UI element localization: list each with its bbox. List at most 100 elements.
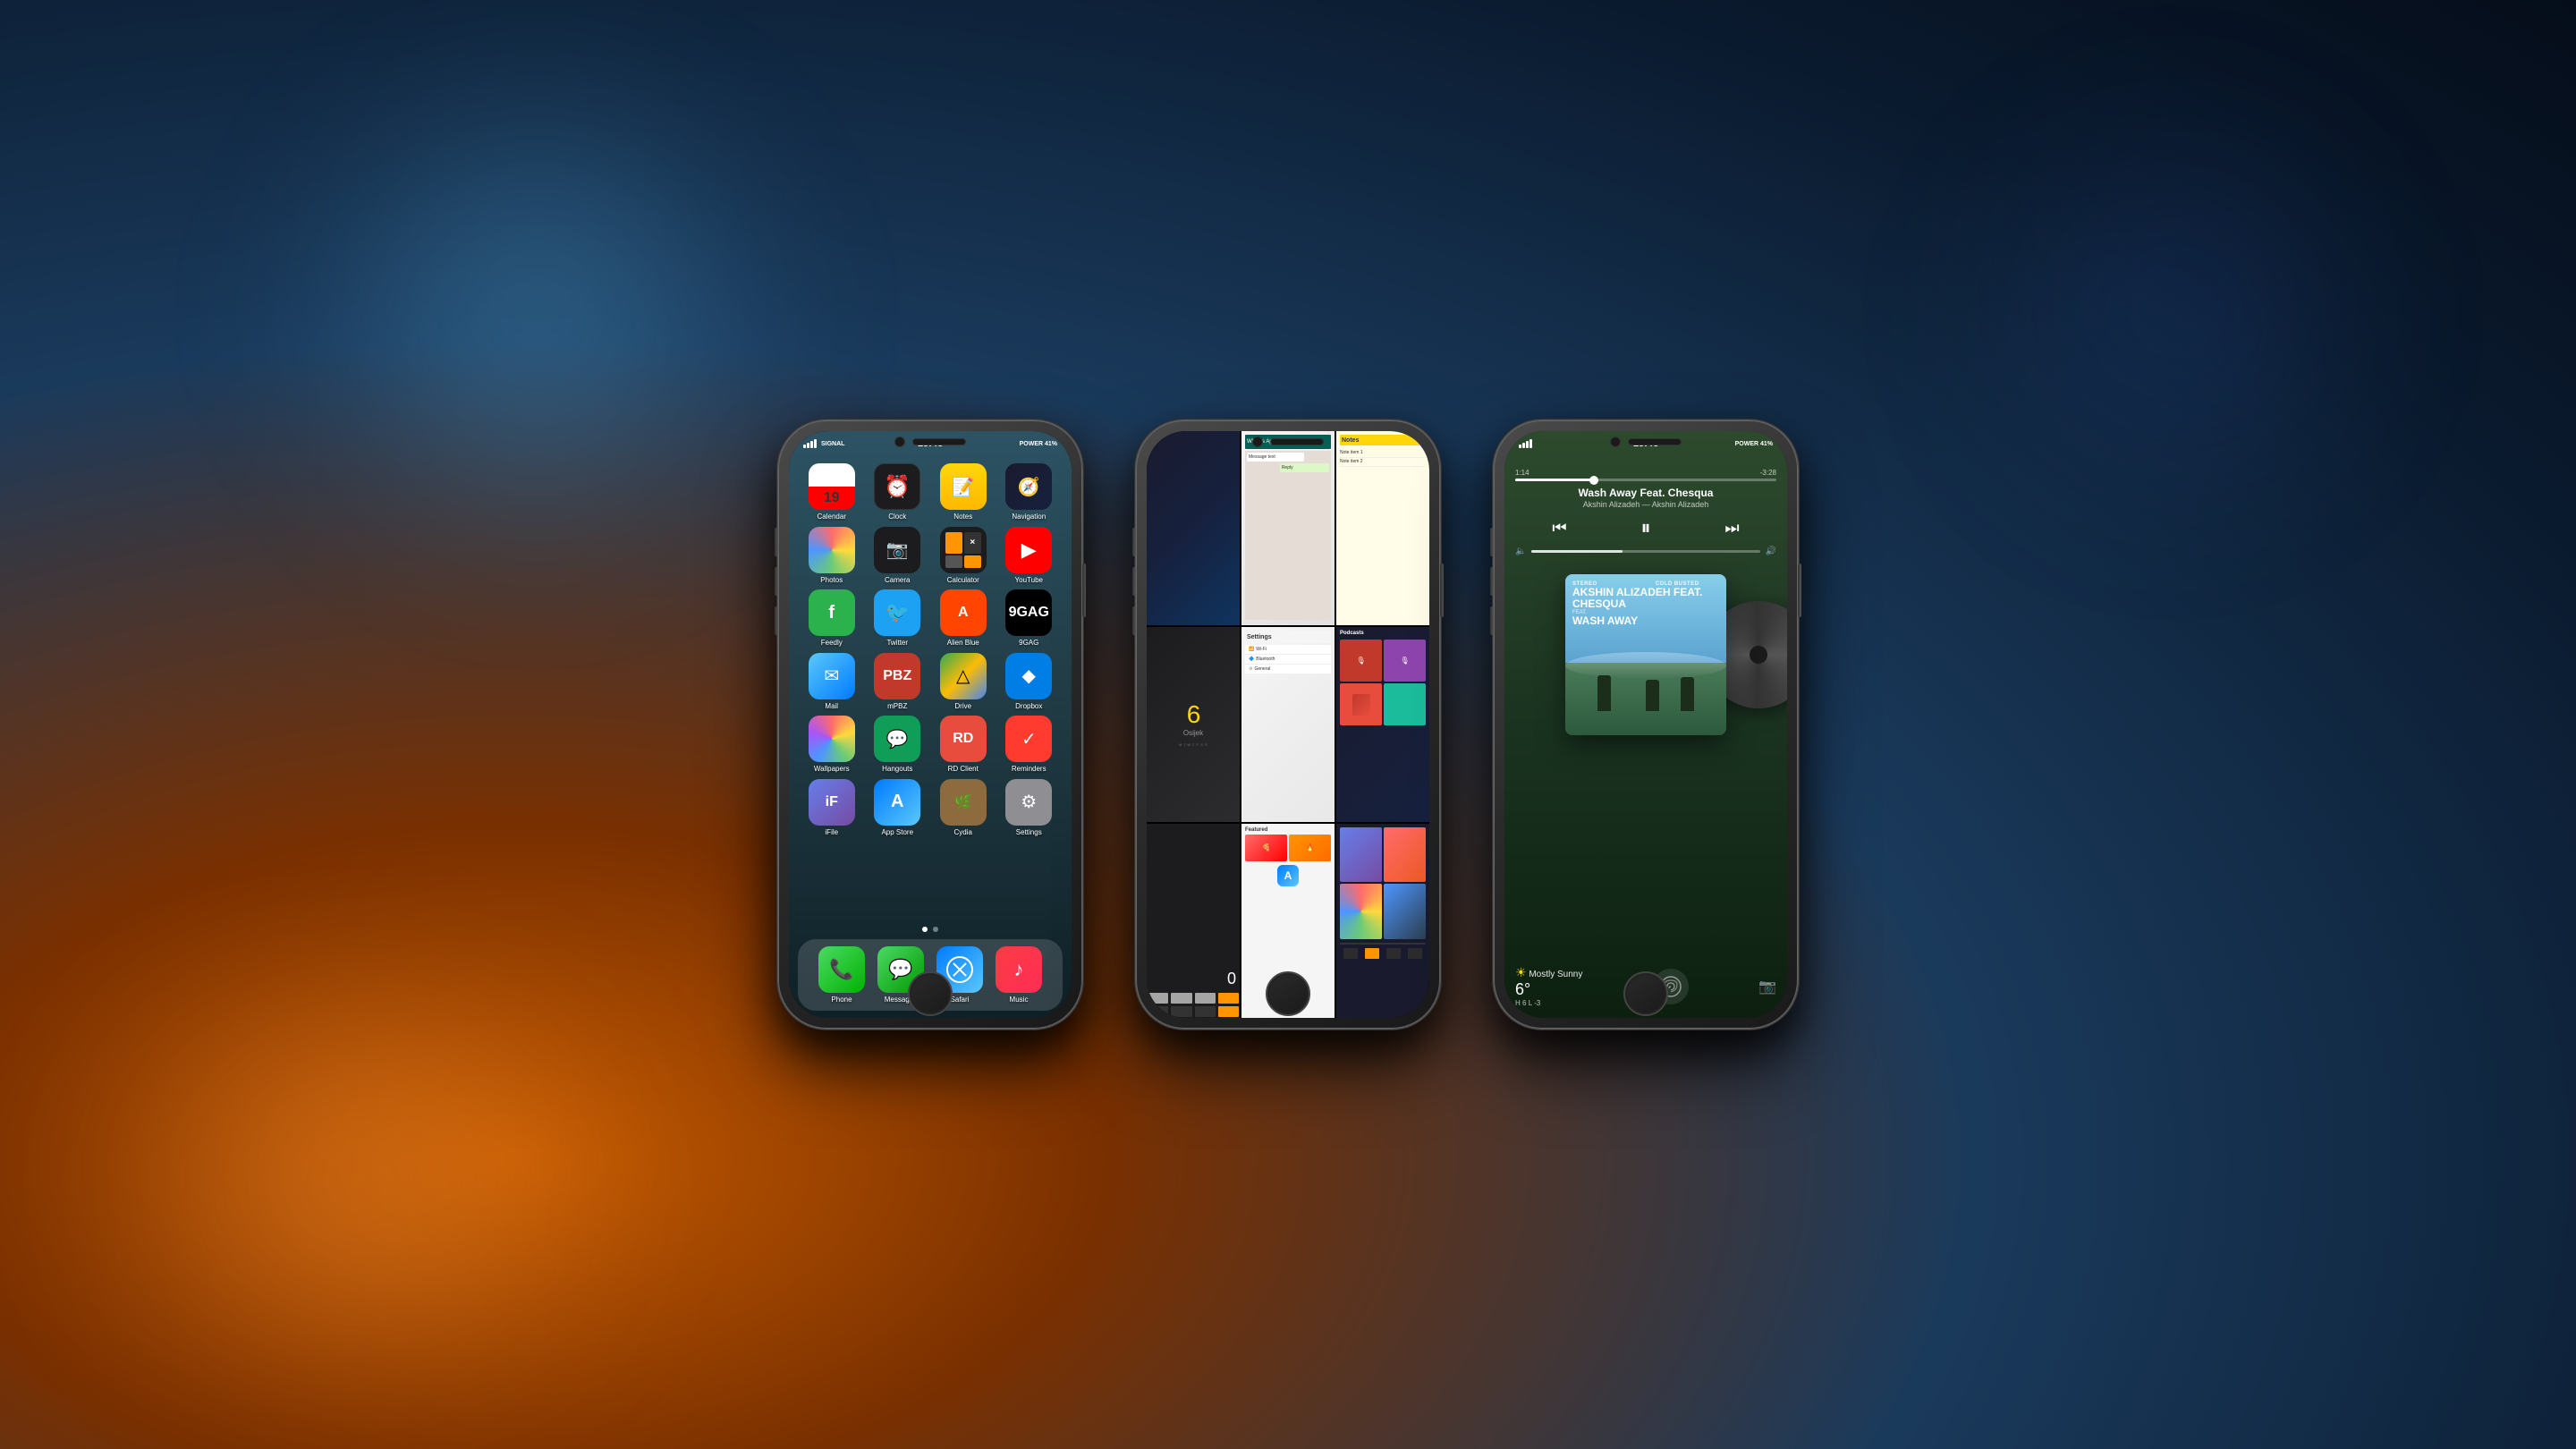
app-calculator[interactable]: × Calculator xyxy=(933,527,994,585)
app-settings[interactable]: ⚙ Settings xyxy=(999,779,1060,837)
rewind-button[interactable]: ⏮ xyxy=(1552,519,1566,538)
iphone-1-top-bar xyxy=(894,436,966,447)
page-dot-1[interactable] xyxy=(922,927,928,932)
photos-label: Photos xyxy=(820,576,843,585)
album-art: STEREO COLD BUSTED AKSHIN ALIZADEH FEAT.… xyxy=(1565,574,1726,735)
pbz-icon: PBZ xyxy=(874,653,920,699)
hangouts-icon: 💬 xyxy=(874,716,920,762)
calendar-label: Calendar xyxy=(818,513,846,521)
app-photos[interactable]: Photos xyxy=(801,527,862,585)
app-rdclient[interactable]: RD RD Client xyxy=(933,716,994,774)
total-time: -3:28 xyxy=(1760,469,1776,477)
progress-fill xyxy=(1515,479,1594,481)
volume-down-2[interactable] xyxy=(1132,606,1136,635)
volume-down-1[interactable] xyxy=(775,606,778,635)
screen-wrapper-3: 15:46 POWER 41% 1:14 -3:28 xyxy=(1504,431,1787,1018)
power-button-2[interactable] xyxy=(1440,564,1444,617)
progress-track[interactable] xyxy=(1515,479,1776,481)
progress-thumb[interactable] xyxy=(1589,476,1598,485)
album-artist-name: AKSHIN ALIZADEH FEAT. CHESQUA xyxy=(1572,587,1719,610)
mute-button-3[interactable] xyxy=(1490,528,1494,556)
app-appstore[interactable]: A App Store xyxy=(868,779,928,837)
app-alienblue[interactable]: A Alien Blue xyxy=(933,589,994,648)
page-dot-2[interactable] xyxy=(933,927,938,932)
battery-label-1: POWER 41% xyxy=(1020,441,1057,447)
page-dots xyxy=(922,927,938,932)
music-label: Music xyxy=(1010,996,1029,1004)
app-ifile[interactable]: iF iFile xyxy=(801,779,862,837)
volume-low-icon: 🔈 xyxy=(1515,547,1526,556)
app-pbz[interactable]: PBZ mPBZ xyxy=(868,653,928,711)
mt-card-settings[interactable]: Settings 📶Wi-Fi 🔷Bluetooth ⚙General xyxy=(1241,627,1335,821)
9gag-label: 9GAG xyxy=(1019,639,1038,648)
volume-down-3[interactable] xyxy=(1490,606,1494,635)
home-button-1[interactable] xyxy=(908,971,953,1016)
volume-track[interactable] xyxy=(1531,550,1759,553)
app-reminders[interactable]: ✓ Reminders xyxy=(999,716,1060,774)
app-9gag[interactable]: 9GAG 9GAG xyxy=(999,589,1060,648)
home-button-3[interactable] xyxy=(1623,971,1668,1016)
app-calendar[interactable]: 19 Calendar xyxy=(801,463,862,521)
weather-temp: 6° xyxy=(1515,980,1582,999)
volume-high-icon: 🔊 xyxy=(1766,547,1776,556)
nebula-3 xyxy=(1950,89,2397,537)
app-drive[interactable]: △ Drive xyxy=(933,653,994,711)
iphone-3: 15:46 POWER 41% 1:14 -3:28 xyxy=(1494,420,1798,1029)
app-dropbox[interactable]: ◆ Dropbox xyxy=(999,653,1060,711)
app-youtube[interactable]: ▶ YouTube xyxy=(999,527,1060,585)
safari-label: Safari xyxy=(951,996,970,1004)
mt-card-calculator[interactable]: 0 xyxy=(1147,824,1240,1018)
front-camera-2 xyxy=(1252,436,1263,447)
weather-details: H 6 L -3 xyxy=(1515,999,1582,1007)
app-twitter[interactable]: 🐦 Twitter xyxy=(868,589,928,648)
power-button-1[interactable] xyxy=(1082,564,1086,617)
screen-wrapper-2: What is App Message text Reply Notes Not… xyxy=(1147,431,1429,1018)
mt-card-music-app[interactable] xyxy=(1336,824,1429,1018)
signal-icon xyxy=(803,439,817,448)
notes-label: Notes xyxy=(953,513,972,521)
navigation-icon: 🧭 xyxy=(1005,463,1052,510)
volume-row: 🔈 🔊 xyxy=(1515,547,1776,556)
9gag-icon: 9GAG xyxy=(1005,589,1052,636)
volume-up-2[interactable] xyxy=(1132,567,1136,596)
home-button-2[interactable] xyxy=(1266,971,1310,1016)
volume-up-3[interactable] xyxy=(1490,567,1494,596)
right-button-2 xyxy=(1440,564,1444,617)
clock-label: Clock xyxy=(888,513,906,521)
dock-phone[interactable]: 📞 Phone xyxy=(818,946,865,1004)
phone-label: Phone xyxy=(831,996,852,1004)
app-wallpapers[interactable]: Wallpapers xyxy=(801,716,862,774)
mute-button-1[interactable] xyxy=(775,528,778,556)
pause-button[interactable]: ⏸ xyxy=(1640,516,1650,539)
phone-icon: 📞 xyxy=(818,946,865,993)
app-cydia[interactable]: 🌿 Cydia xyxy=(933,779,994,837)
mail-label: Mail xyxy=(825,702,838,711)
music-icon: ♪ xyxy=(996,946,1042,993)
mail-icon: ✉ xyxy=(809,653,855,699)
mt-card-clock[interactable]: 6 Osijek M T W T F S S xyxy=(1147,627,1240,821)
app-camera[interactable]: 📷 Camera xyxy=(868,527,928,585)
mute-button-2[interactable] xyxy=(1132,528,1136,556)
fastforward-button[interactable]: ⏭ xyxy=(1724,519,1739,538)
app-hangouts[interactable]: 💬 Hangouts xyxy=(868,716,928,774)
settings-icon: ⚙ xyxy=(1005,779,1052,826)
cydia-icon: 🌿 xyxy=(940,779,987,826)
power-button-3[interactable] xyxy=(1798,564,1801,617)
volume-up-1[interactable] xyxy=(775,567,778,596)
mt-card-whatsapp[interactable]: What is App Message text Reply xyxy=(1241,431,1335,625)
mt-card-homescreen[interactable] xyxy=(1147,431,1240,625)
app-clock[interactable]: ⏰ Clock xyxy=(868,463,928,521)
status-left-3 xyxy=(1519,439,1532,448)
mt-card-notes[interactable]: Notes Note item 1 Note item 2 xyxy=(1336,431,1429,625)
weather-condition: ☀ Mostly Sunny xyxy=(1515,965,1582,980)
dock-music[interactable]: ♪ Music xyxy=(996,946,1042,1004)
mt-card-podcasts[interactable]: Podcasts 🎙 🎙 xyxy=(1336,627,1429,821)
app-feedly[interactable]: f Feedly xyxy=(801,589,862,648)
camera-bottom-icon[interactable]: 📷 xyxy=(1758,978,1776,996)
app-navigation[interactable]: 🧭 Navigation xyxy=(999,463,1060,521)
speaker-2 xyxy=(1270,438,1324,445)
screen-wrapper-1: SIGNAL 15:46 POWER 41% 19 Calendar xyxy=(789,431,1072,1018)
app-notes[interactable]: 📝 Notes xyxy=(933,463,994,521)
app-mail[interactable]: ✉ Mail xyxy=(801,653,862,711)
front-camera-1 xyxy=(894,436,905,447)
